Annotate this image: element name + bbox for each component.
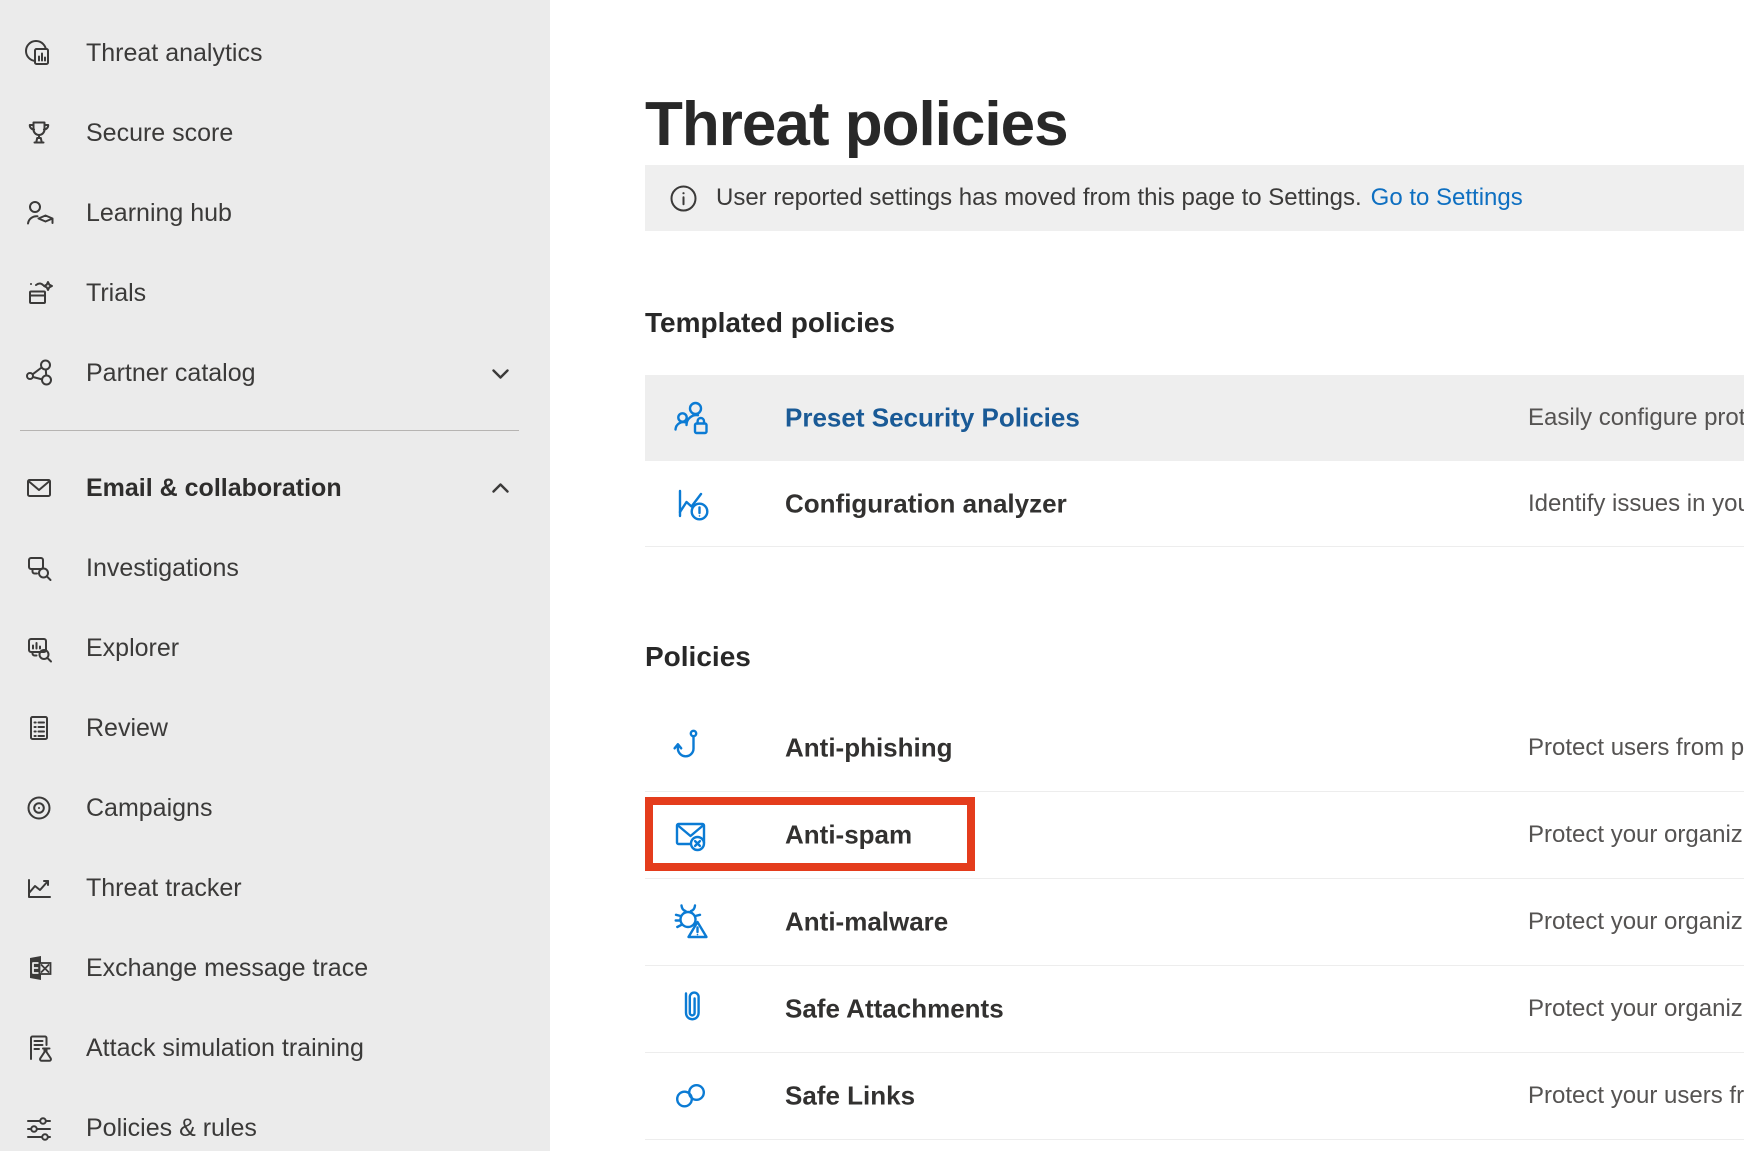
sidebar-item-trials[interactable]: Trials: [0, 253, 550, 333]
investigations-icon: [22, 551, 56, 585]
sidebar-item-label: Exchange message trace: [86, 954, 368, 983]
row-title[interactable]: Preset Security Policies: [785, 402, 1080, 433]
sidebar-item-label: Secure score: [86, 119, 233, 148]
row-title[interactable]: Anti-phishing: [785, 733, 953, 764]
row-anti-phishing[interactable]: Anti-phishing Protect users from p: [645, 705, 1744, 792]
row-description: Protect your organiz: [1528, 821, 1743, 849]
policies-rules-icon: [22, 1111, 56, 1145]
secure-score-icon: [22, 116, 56, 150]
row-title[interactable]: Configuration analyzer: [785, 488, 1067, 519]
sidebar-item-label: Partner catalog: [86, 359, 256, 388]
row-configuration-analyzer[interactable]: Configuration analyzer Identify issues i…: [645, 461, 1744, 547]
go-to-settings-link[interactable]: Go to Settings: [1371, 184, 1523, 212]
page-title: Threat policies: [645, 92, 1068, 158]
row-description: Protect your users fr: [1528, 1082, 1744, 1110]
configuration-analyzer-icon: [670, 482, 714, 526]
row-title[interactable]: Anti-malware: [785, 907, 948, 938]
sidebar-item-attack-simulation-training[interactable]: Attack simulation training: [0, 1008, 550, 1088]
sidebar-item-explorer[interactable]: Explorer: [0, 608, 550, 688]
row-description: Protect your organiz: [1528, 995, 1743, 1023]
row-description: Identify issues in you: [1528, 490, 1744, 518]
info-banner: User reported settings has moved from th…: [645, 165, 1744, 231]
banner-message: User reported settings has moved from th…: [716, 184, 1362, 212]
trials-icon: [22, 276, 56, 310]
chevron-up-icon[interactable]: [487, 475, 514, 502]
policies-heading: Policies: [645, 641, 751, 673]
sidebar-item-label: Policies & rules: [86, 1114, 257, 1143]
sidebar: Threat analytics Secure score Learni: [0, 0, 550, 1151]
sidebar-item-secure-score[interactable]: Secure score: [0, 93, 550, 173]
safe-attachments-icon: [670, 987, 714, 1031]
sidebar-item-exchange-message-trace[interactable]: Exchange message trace: [0, 928, 550, 1008]
sidebar-item-threat-analytics[interactable]: Threat analytics: [0, 13, 550, 93]
threat-tracker-icon: [22, 871, 56, 905]
sidebar-item-investigations[interactable]: Investigations: [0, 528, 550, 608]
row-safe-attachments[interactable]: Safe Attachments Protect your organiz: [645, 966, 1744, 1053]
sidebar-divider: [20, 430, 519, 431]
row-title[interactable]: Anti-spam: [785, 820, 912, 851]
sidebar-item-review[interactable]: Review: [0, 688, 550, 768]
review-icon: [22, 711, 56, 745]
info-icon: [670, 185, 697, 212]
row-description: Protect users from p: [1528, 734, 1744, 762]
sidebar-item-label: Review: [86, 714, 168, 743]
templated-policies-list: Preset Security Policies Easily configur…: [645, 375, 1744, 547]
row-anti-spam[interactable]: Anti-spam Protect your organiz: [645, 792, 1744, 879]
sidebar-item-label: Attack simulation training: [86, 1034, 364, 1063]
exchange-message-trace-icon: [22, 951, 56, 985]
sidebar-item-label: Campaigns: [86, 794, 212, 823]
row-anti-malware[interactable]: Anti-malware Protect your organiz: [645, 879, 1744, 966]
sidebar-item-label: Threat tracker: [86, 874, 242, 903]
sidebar-item-label: Learning hub: [86, 199, 232, 228]
row-title[interactable]: Safe Links: [785, 1081, 915, 1112]
templated-policies-heading: Templated policies: [645, 307, 895, 339]
row-safe-links[interactable]: Safe Links Protect your users fr: [645, 1053, 1744, 1140]
sidebar-item-email-collaboration[interactable]: Email & collaboration: [0, 448, 550, 528]
safe-links-icon: [670, 1074, 714, 1118]
sidebar-item-label: Email & collaboration: [86, 474, 342, 503]
campaigns-icon: [22, 791, 56, 825]
threat-analytics-icon: [22, 36, 56, 70]
anti-spam-icon: [670, 813, 714, 857]
attack-simulation-training-icon: [22, 1031, 56, 1065]
row-description: Protect your organiz: [1528, 908, 1743, 936]
sidebar-item-campaigns[interactable]: Campaigns: [0, 768, 550, 848]
sidebar-item-label: Threat analytics: [86, 39, 262, 68]
learning-hub-icon: [22, 196, 56, 230]
preset-security-policies-icon: [670, 396, 714, 440]
sidebar-item-learning-hub[interactable]: Learning hub: [0, 173, 550, 253]
sidebar-item-label: Trials: [86, 279, 146, 308]
partner-catalog-icon: [22, 356, 56, 390]
explorer-icon: [22, 631, 56, 665]
anti-phishing-icon: [670, 726, 714, 770]
row-description: Easily configure prot: [1528, 404, 1744, 432]
anti-malware-icon: [670, 900, 714, 944]
sidebar-item-label: Explorer: [86, 634, 179, 663]
sidebar-item-partner-catalog[interactable]: Partner catalog: [0, 333, 550, 413]
policies-list: Anti-phishing Protect users from p Anti-…: [645, 705, 1744, 1140]
chevron-down-icon[interactable]: [487, 360, 514, 387]
sidebar-item-policies-rules[interactable]: Policies & rules: [0, 1088, 550, 1168]
email-collaboration-icon: [22, 471, 56, 505]
sidebar-nav: Threat analytics Secure score Learni: [0, 0, 550, 1168]
sidebar-item-threat-tracker[interactable]: Threat tracker: [0, 848, 550, 928]
sidebar-item-label: Investigations: [86, 554, 239, 583]
row-title[interactable]: Safe Attachments: [785, 994, 1004, 1025]
row-preset-security-policies[interactable]: Preset Security Policies Easily configur…: [645, 375, 1744, 461]
